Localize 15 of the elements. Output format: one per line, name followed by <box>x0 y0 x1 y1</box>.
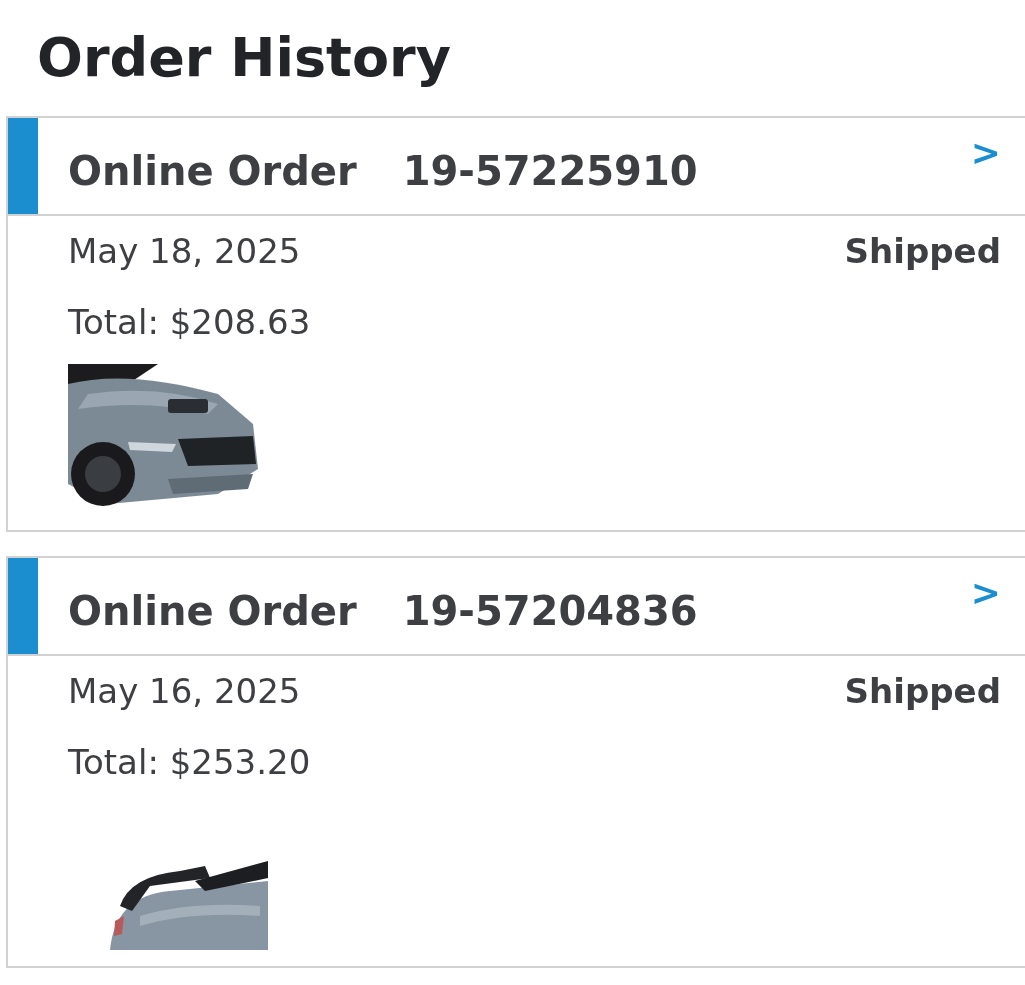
page-title: Order History <box>36 25 452 91</box>
order-total: Total: $208.63 <box>68 301 312 344</box>
order-status: Shipped <box>844 231 1001 271</box>
order-number: 19-57204836 <box>402 588 698 634</box>
order-date: May 18, 2025 <box>68 231 301 271</box>
chevron-link[interactable]: > <box>970 572 1001 613</box>
order-card[interactable]: Online Order 19-57225910 > May 18, 2025 Shipped Total: $208.63 <box>6 116 1025 532</box>
order-status: Shipped <box>844 671 1001 711</box>
order-total: Total: $253.20 <box>68 741 312 784</box>
order-label: Online Order <box>68 588 357 634</box>
chevron-link[interactable]: > <box>970 132 1001 173</box>
order-number: 19-57225910 <box>402 148 698 194</box>
order-date: May 16, 2025 <box>68 671 301 711</box>
order-card[interactable]: Online Order 19-57204836 > May 16, 2025 Shipped Total: $253.20 <box>6 556 1025 968</box>
order-label: Online Order <box>68 148 357 194</box>
